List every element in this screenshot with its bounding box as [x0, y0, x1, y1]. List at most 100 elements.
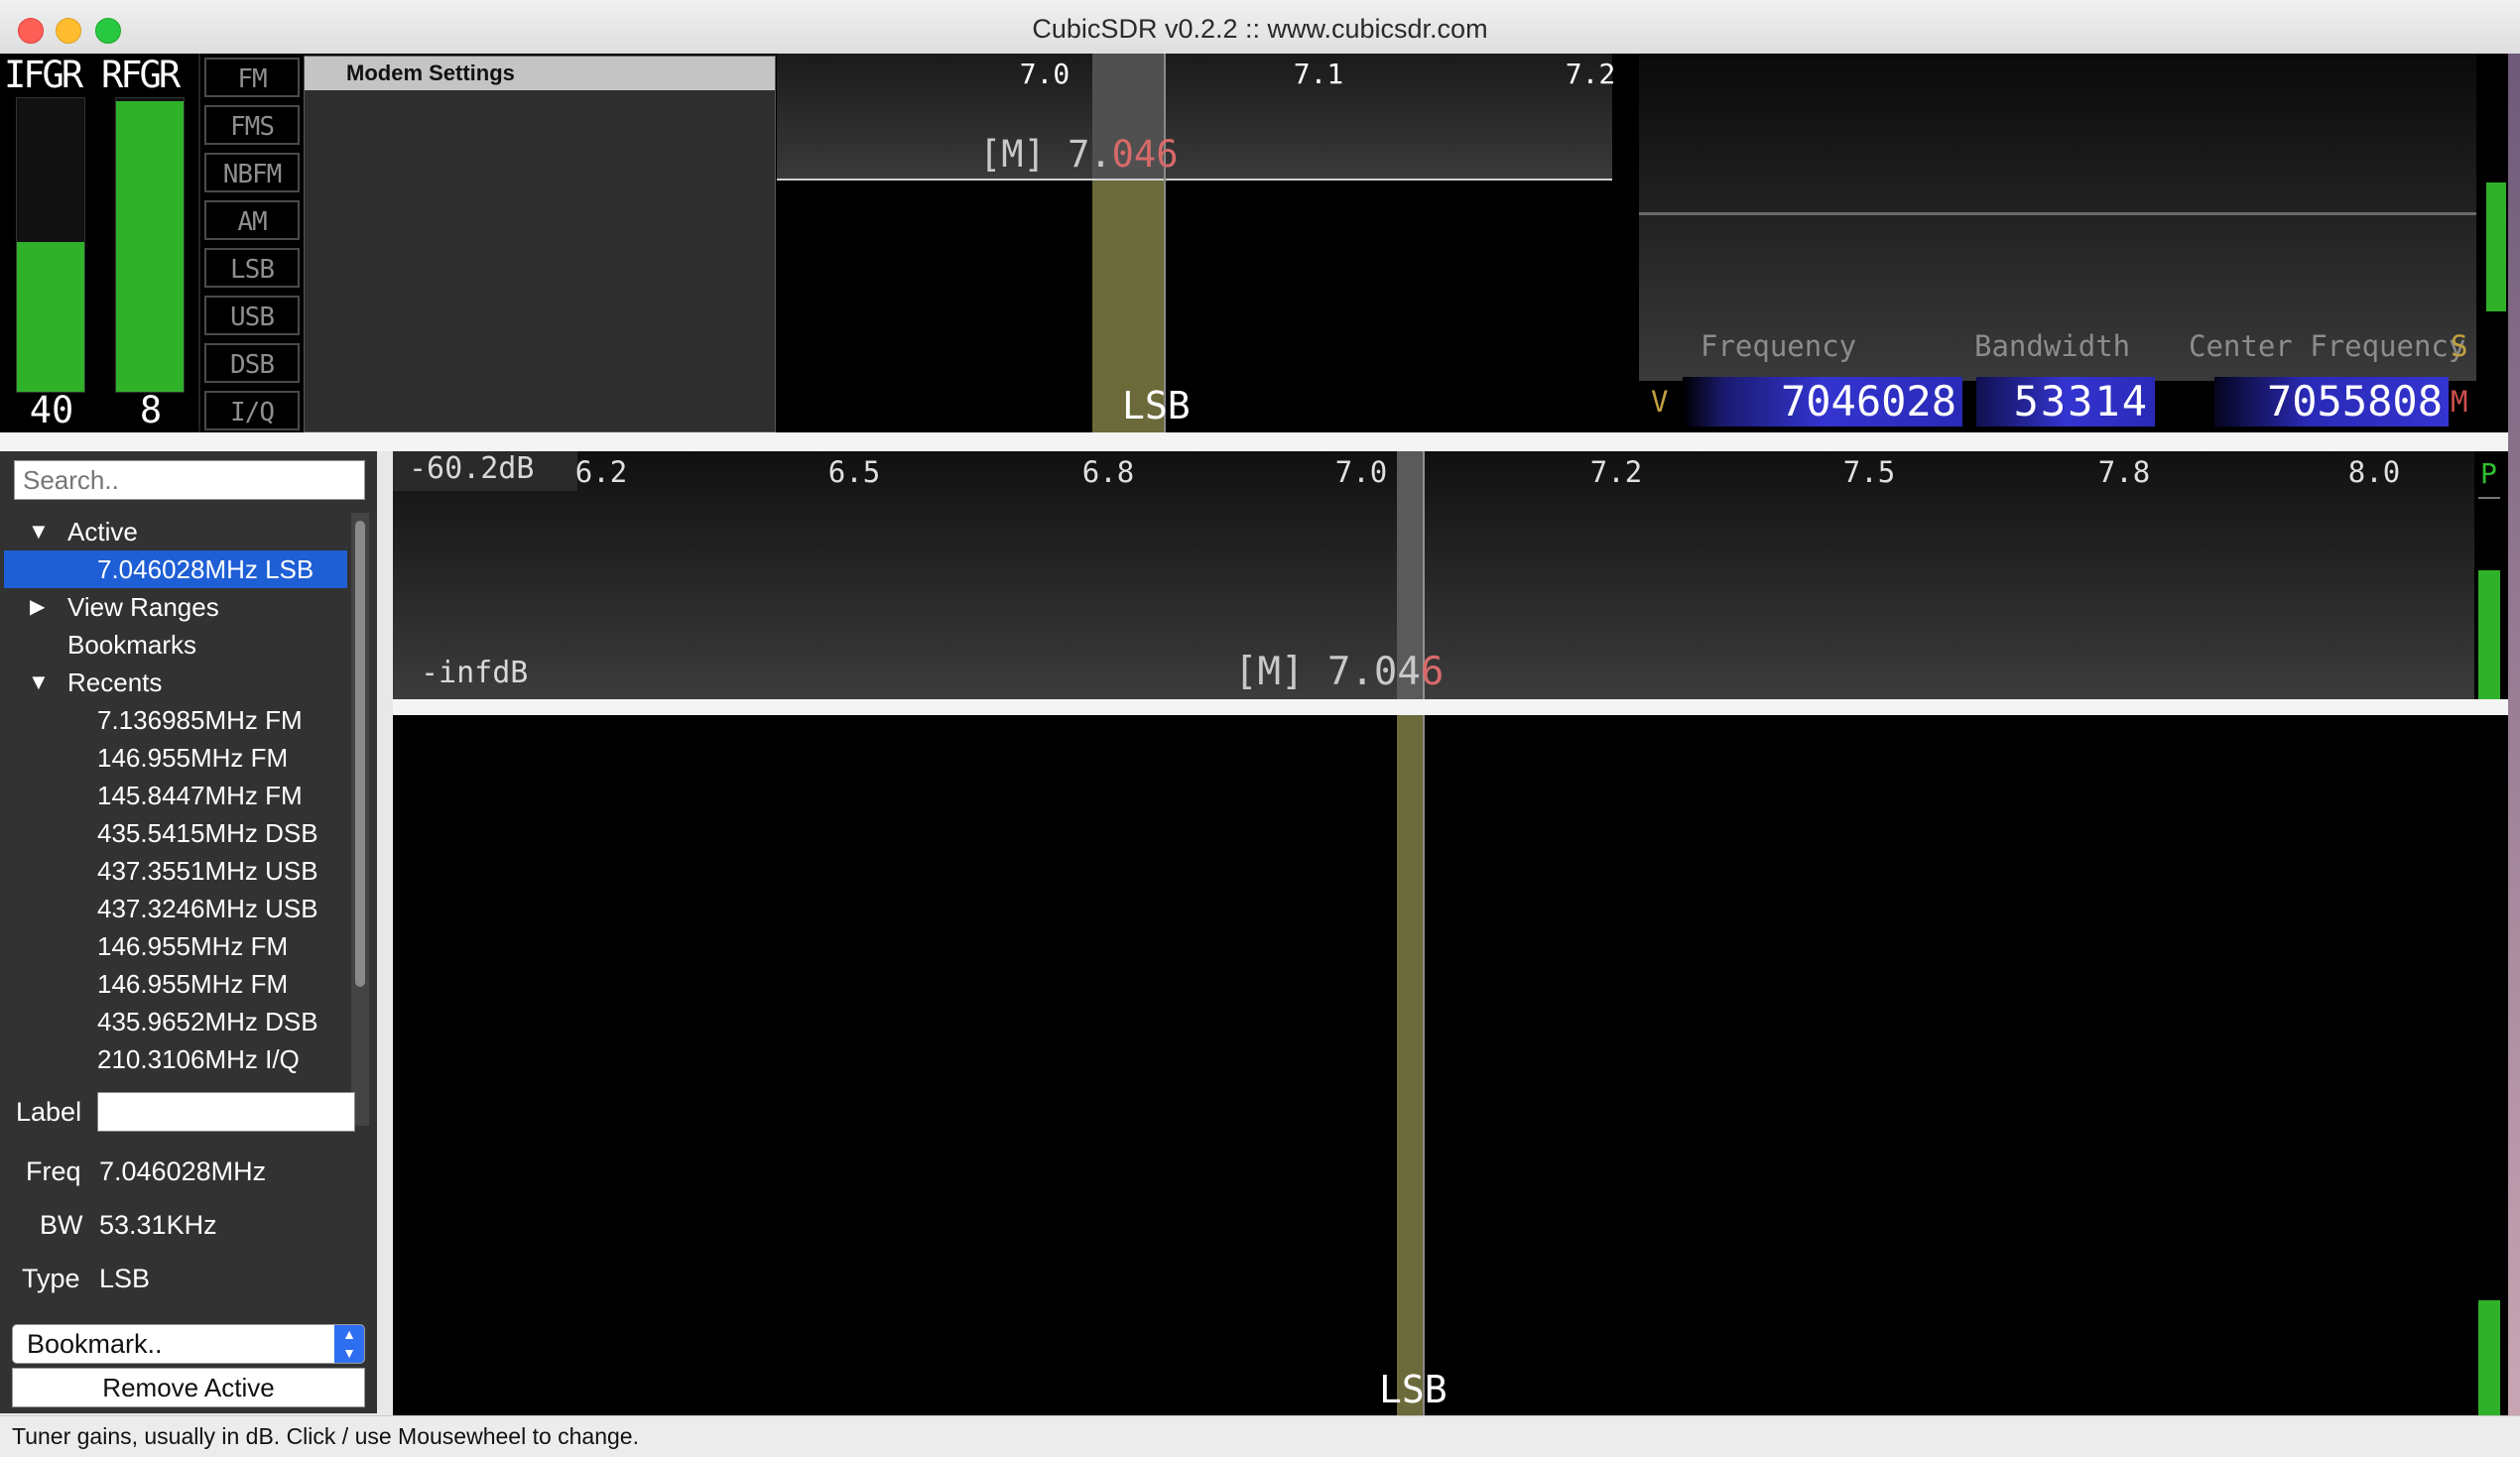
spectrum-view[interactable]: -60.2dB -infdB 6.2 6.5 6.8 7.0 7.2 7.5 7…	[393, 451, 2474, 699]
spectrum-tick-label: 8.0	[2347, 455, 2401, 489]
bandwidth-readout[interactable]: 53314	[1976, 377, 2155, 426]
sidebar-splitter[interactable]	[377, 451, 393, 1415]
zoom-tick-label: 7.0	[1019, 58, 1071, 90]
recent-item[interactable]: 7.136985MHz FM	[97, 705, 303, 736]
rf-gain-label: RFGR	[101, 54, 181, 96]
zoom-marker-label: [M] 7.046	[979, 133, 1178, 176]
bookmark-select[interactable]: Bookmark.. ▲ ▼	[12, 1324, 365, 1364]
modem-settings-panel: Modem Settings	[304, 56, 776, 432]
zoom-tick-label: 7.2	[1565, 58, 1616, 90]
if-gain-fill	[17, 242, 84, 392]
peak-hold-indicator[interactable]: P	[2480, 457, 2497, 490]
collapse-arrow-icon[interactable]: ▼	[28, 519, 50, 545]
waterfall-demod-band[interactable]	[1397, 715, 1423, 1415]
mute-indicator[interactable]: M	[2451, 385, 2467, 419]
rf-gain-value: 8	[139, 389, 163, 431]
spectrum-tick-label: 7.2	[1589, 455, 1643, 489]
mode-dsb-button[interactable]: DSB	[204, 343, 300, 383]
mode-lsb-button[interactable]: LSB	[204, 248, 300, 288]
modem-settings-title: Modem Settings	[305, 57, 775, 90]
freq-field-label: Freq	[26, 1156, 81, 1186]
solo-indicator[interactable]: S	[2451, 329, 2467, 363]
spectrum-tick-label: 6.8	[1081, 455, 1135, 489]
rf-gain-fill	[116, 100, 184, 392]
if-gain-value: 40	[29, 389, 74, 431]
recent-item[interactable]: 437.3551MHz USB	[97, 856, 318, 887]
recent-item[interactable]: 437.3246MHz USB	[97, 894, 318, 924]
volume-indicator[interactable]: V	[1651, 385, 1668, 419]
select-arrows-icon: ▲ ▼	[334, 1325, 364, 1363]
spectrum-side-meter: P	[2474, 451, 2508, 699]
recent-item[interactable]: 435.9652MHz DSB	[97, 1007, 318, 1037]
mode-nbfm-button[interactable]: NBFM	[204, 153, 300, 192]
mode-fms-button[interactable]: FMS	[204, 105, 300, 145]
tree-item-active-selected[interactable]: 7.046028MHz LSB	[4, 550, 347, 588]
mode-usb-button[interactable]: USB	[204, 296, 300, 335]
rf-gain-meter[interactable]	[115, 97, 185, 393]
top-side-meter	[2480, 54, 2506, 432]
top-control-panel: IFGR RFGR 40 8 FM FMS NBFM AM LSB USB DS…	[0, 54, 2520, 432]
recent-item[interactable]: 146.955MHz FM	[97, 931, 288, 962]
type-field-label: Type	[22, 1264, 80, 1293]
waterfall-view[interactable]: LSB	[393, 715, 2474, 1415]
label-field-label: Label	[16, 1097, 82, 1127]
waterfall-side-meter	[2474, 715, 2508, 1415]
bookmark-tree[interactable]: ▼ Active 7.046028MHz LSB ▶ View Ranges B…	[0, 513, 347, 1126]
tree-header-active[interactable]: Active	[67, 517, 138, 547]
window-title-bar: CubicSDR v0.2.2 :: www.cubicsdr.com	[0, 0, 2520, 55]
tree-scrollbar-thumb[interactable]	[355, 521, 365, 987]
spectrum-tick-label: 6.5	[827, 455, 881, 489]
recent-item[interactable]: 146.955MHz FM	[97, 969, 288, 1000]
zoom-mode-label: LSB	[1122, 384, 1191, 427]
recent-item[interactable]: 146.955MHz FM	[97, 743, 288, 774]
background-window-edge	[2508, 54, 2520, 1415]
frequency-readout[interactable]: 7046028	[1683, 377, 1962, 426]
expand-arrow-icon[interactable]: ▶	[30, 594, 45, 619]
mode-iq-button[interactable]: I/Q	[204, 391, 300, 430]
status-text: Tuner gains, usually in dB. Click / use …	[12, 1423, 639, 1449]
mode-am-button[interactable]: AM	[204, 200, 300, 240]
tree-header-bookmarks[interactable]: Bookmarks	[67, 630, 196, 661]
mode-fm-button[interactable]: FM	[204, 58, 300, 97]
bookmark-label-input[interactable]	[97, 1092, 355, 1132]
waterfall-mode-label: LSB	[1379, 1368, 1448, 1411]
zoom-marker-highlight: 046	[1111, 133, 1179, 176]
db-bottom-label: -infdB	[421, 656, 529, 690]
type-field-value: LSB	[99, 1264, 151, 1293]
remove-active-button[interactable]: Remove Active	[12, 1368, 365, 1407]
zoom-tick-label: 7.1	[1293, 58, 1344, 90]
spectrum-tick-label: 6.2	[574, 455, 628, 489]
panel-splitter[interactable]	[0, 432, 2520, 451]
scope-and-readout: Frequency Bandwidth Center Frequency V 7…	[1639, 54, 2476, 432]
collapse-arrow-icon[interactable]: ▼	[28, 669, 50, 695]
recent-item[interactable]: 210.3106MHz I/Q	[97, 1044, 300, 1075]
center-frequency-readout[interactable]: 7055808	[2214, 377, 2449, 426]
spectrum-marker-highlight: 6	[1420, 650, 1445, 694]
recent-item[interactable]: 435.5415MHz DSB	[97, 818, 318, 849]
tree-header-view-ranges[interactable]: View Ranges	[67, 592, 219, 623]
bookmark-select-value: Bookmark..	[27, 1329, 163, 1359]
if-gain-label: IFGR	[4, 54, 83, 96]
active-item-label: 7.046028MHz LSB	[97, 554, 315, 584]
frequency-header: Frequency	[1701, 329, 1857, 363]
tree-scrollbar[interactable]	[351, 513, 369, 1126]
bw-field-value: 53.31KHz	[99, 1210, 217, 1240]
spectrum-tick-label: 7.8	[2097, 455, 2151, 489]
bandwidth-header: Bandwidth	[1974, 329, 2131, 363]
spectrum-marker-label: [M] 7.046	[1234, 650, 1444, 694]
freq-field-value: 7.046028MHz	[99, 1156, 267, 1186]
tree-header-recents[interactable]: Recents	[67, 668, 162, 698]
spectrum-tick-label: 7.0	[1334, 455, 1388, 489]
spectrum-tick-label: 7.5	[1842, 455, 1896, 489]
bw-field-label: BW	[40, 1210, 83, 1240]
if-gain-meter[interactable]	[16, 97, 85, 393]
recent-item[interactable]: 145.8447MHz FM	[97, 781, 303, 811]
db-top-label: -60.2dB	[409, 451, 535, 486]
demod-zoom-view[interactable]: 7.0 7.1 7.2 [M] 7.046 LSB	[777, 54, 1615, 432]
bookmark-search-input[interactable]	[14, 460, 365, 500]
bookmarks-panel: ▼ Active 7.046028MHz LSB ▶ View Ranges B…	[0, 451, 377, 1413]
spectrum-marker-prefix: [M] 7.04	[1234, 650, 1421, 694]
status-bar: Tuner gains, usually in dB. Click / use …	[0, 1415, 2520, 1457]
zoom-marker-prefix: [M] 7.	[979, 133, 1112, 176]
spectrum-waterfall-splitter[interactable]	[393, 699, 2508, 715]
